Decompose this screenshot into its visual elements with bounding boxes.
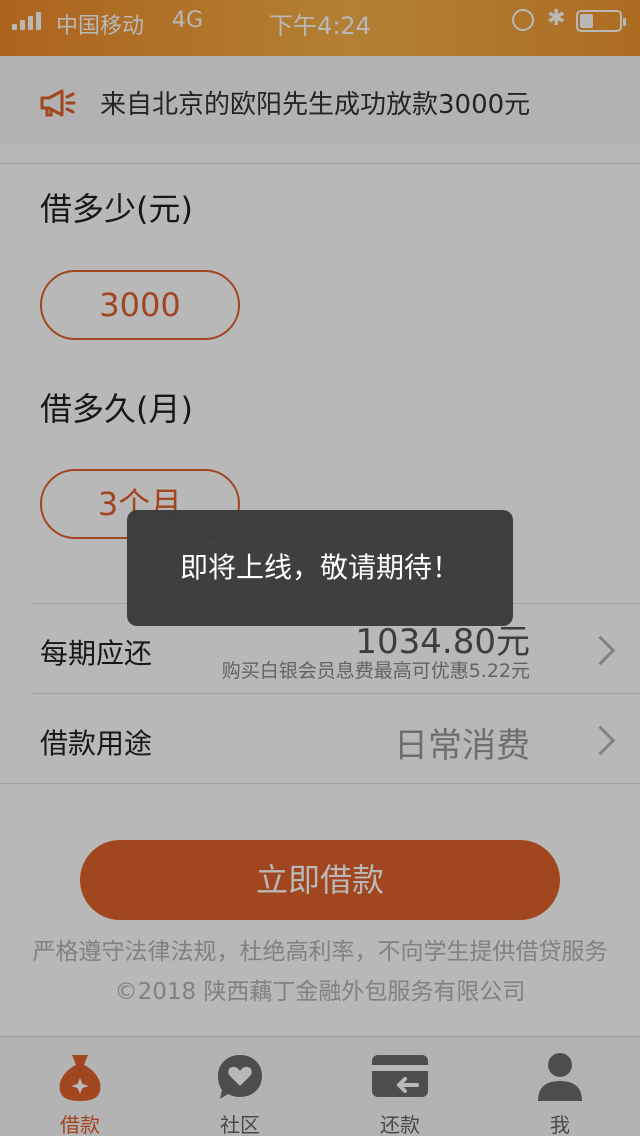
toast-message: 即将上线，敬请期待！ bbox=[127, 510, 513, 626]
